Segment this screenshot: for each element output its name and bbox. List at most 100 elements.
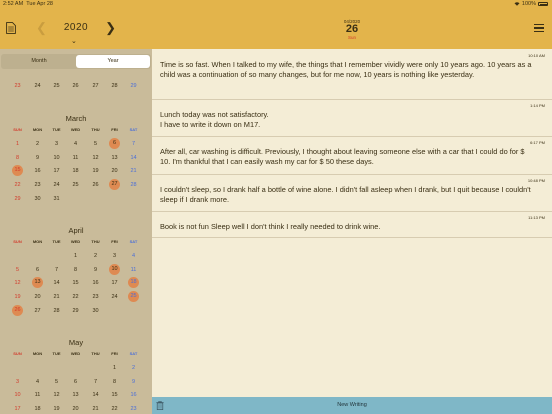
calendar-day[interactable]: 27 [86,80,105,92]
calendar-day[interactable]: 7 [47,264,66,276]
calendar-day[interactable]: 6 [109,138,120,149]
journal-entry[interactable]: 11:13 PM Book is not fun Sleep well I do… [152,211,552,238]
calendar-day[interactable]: 30 [86,305,105,317]
calendar-day[interactable]: 2 [28,138,47,150]
new-writing-button[interactable]: New Writing [152,397,552,414]
calendar-day[interactable]: 23 [124,403,143,414]
calendar-day[interactable]: 16 [28,165,47,177]
calendar-day[interactable]: 29 [8,193,27,205]
month-title[interactable]: May [0,338,152,347]
calendar-day[interactable]: 24 [105,291,124,303]
calendar-day[interactable]: 25 [66,179,85,191]
next-year-icon[interactable]: ❯ [105,20,116,36]
calendar-day[interactable]: 5 [47,376,66,388]
document-icon[interactable] [6,22,16,34]
calendar-day[interactable]: 18 [128,277,139,289]
calendar-day[interactable]: 4 [124,250,143,262]
calendar-day[interactable]: 22 [105,403,124,414]
calendar-day[interactable]: 9 [124,376,143,388]
calendar-day[interactable]: 5 [8,264,27,276]
segment-year[interactable]: Year [76,55,150,68]
calendar-day[interactable]: 11 [28,389,47,401]
calendar-day[interactable]: 13 [66,389,85,401]
journal-entry[interactable]: 10:48 PM I couldn't sleep, so I drank ha… [152,174,552,212]
calendar-day[interactable]: 1 [66,250,85,262]
calendar-day[interactable]: 4 [66,138,85,150]
calendar-day[interactable]: 9 [28,152,47,164]
calendar-day[interactable]: 13 [105,152,124,164]
calendar-day[interactable]: 27 [28,305,47,317]
calendar-day[interactable]: 20 [66,403,85,414]
calendar-day[interactable]: 15 [12,165,23,177]
calendar-day[interactable]: 6 [28,264,47,276]
calendar-day[interactable]: 4 [28,376,47,388]
calendar-day[interactable]: 3 [105,250,124,262]
month-title[interactable]: April [0,226,152,235]
calendar-day[interactable]: 20 [105,165,124,177]
calendar-day[interactable]: 29 [124,80,143,92]
calendar-day[interactable]: 1 [105,362,124,374]
calendar-day[interactable]: 23 [8,80,27,92]
calendar-day[interactable]: 8 [105,376,124,388]
calendar-day[interactable]: 26 [86,179,105,191]
calendar-day[interactable]: 28 [47,305,66,317]
calendar-day[interactable]: 29 [66,305,85,317]
calendar-day[interactable]: 8 [8,152,27,164]
calendar-day[interactable]: 23 [28,179,47,191]
calendar-day[interactable]: 18 [28,403,47,414]
journal-entry[interactable]: 6:17 PM After all, car washing is diffic… [152,136,552,175]
calendar-day[interactable]: 10 [8,389,27,401]
calendar-day[interactable]: 26 [66,80,85,92]
calendar-day[interactable]: 12 [47,389,66,401]
journal-entry[interactable]: 1:14 PM Lunch today was not satisfactory… [152,99,552,137]
calendar-day[interactable]: 11 [66,152,85,164]
calendar-day[interactable]: 20 [28,291,47,303]
calendar-day[interactable]: 19 [8,291,27,303]
calendar-day[interactable]: 21 [124,165,143,177]
calendar-day[interactable]: 14 [47,277,66,289]
menu-icon[interactable] [534,24,544,32]
calendar-day[interactable]: 24 [47,179,66,191]
calendar-day[interactable]: 18 [66,165,85,177]
calendar-day[interactable]: 14 [86,389,105,401]
calendar-day[interactable]: 2 [86,250,105,262]
calendar-day[interactable]: 7 [124,138,143,150]
calendar-day[interactable]: 17 [8,403,27,414]
current-date[interactable]: 04/2020 26 Sun [327,19,377,40]
calendar-day[interactable]: 31 [47,193,66,205]
calendar-day[interactable]: 21 [86,403,105,414]
calendar-day[interactable]: 26 [12,304,23,316]
calendar-day[interactable]: 30 [28,193,47,205]
calendar-day[interactable]: 9 [86,264,105,276]
calendar-day[interactable]: 25 [47,80,66,92]
calendar-day[interactable]: 17 [47,165,66,177]
calendar-day[interactable]: 19 [47,403,66,414]
calendar-day[interactable]: 13 [32,277,43,289]
calendar-day[interactable]: 15 [105,389,124,401]
calendar-day[interactable]: 3 [47,138,66,150]
calendar-day[interactable]: 23 [86,291,105,303]
calendar-day[interactable]: 5 [86,138,105,150]
calendar-day[interactable]: 17 [105,277,124,289]
calendar-day[interactable]: 28 [105,80,124,92]
calendar-day[interactable]: 25 [128,291,139,303]
segment-month[interactable]: Month [2,55,76,68]
calendar-day[interactable]: 11 [124,264,143,276]
calendar-day[interactable]: 14 [124,152,143,164]
calendar-day[interactable]: 28 [124,179,143,191]
calendar-day[interactable]: 10 [109,263,120,275]
calendar-day[interactable]: 12 [8,277,27,289]
calendar-day[interactable]: 6 [66,376,85,388]
calendar-day[interactable]: 16 [86,277,105,289]
calendar-day[interactable]: 27 [109,179,120,191]
calendar-day[interactable]: 2 [124,362,143,374]
calendar-day[interactable]: 7 [86,376,105,388]
calendar-day[interactable]: 21 [47,291,66,303]
calendar-day[interactable]: 24 [28,80,47,92]
calendar-day[interactable]: 3 [8,376,27,388]
journal-entry[interactable]: 10:10 AM Time is so fast. When I talked … [152,49,552,100]
calendar-day[interactable]: 1 [8,138,27,150]
calendar-day[interactable]: 22 [66,291,85,303]
chevron-down-icon[interactable]: ⌄ [71,37,77,45]
calendar-day[interactable]: 10 [47,152,66,164]
